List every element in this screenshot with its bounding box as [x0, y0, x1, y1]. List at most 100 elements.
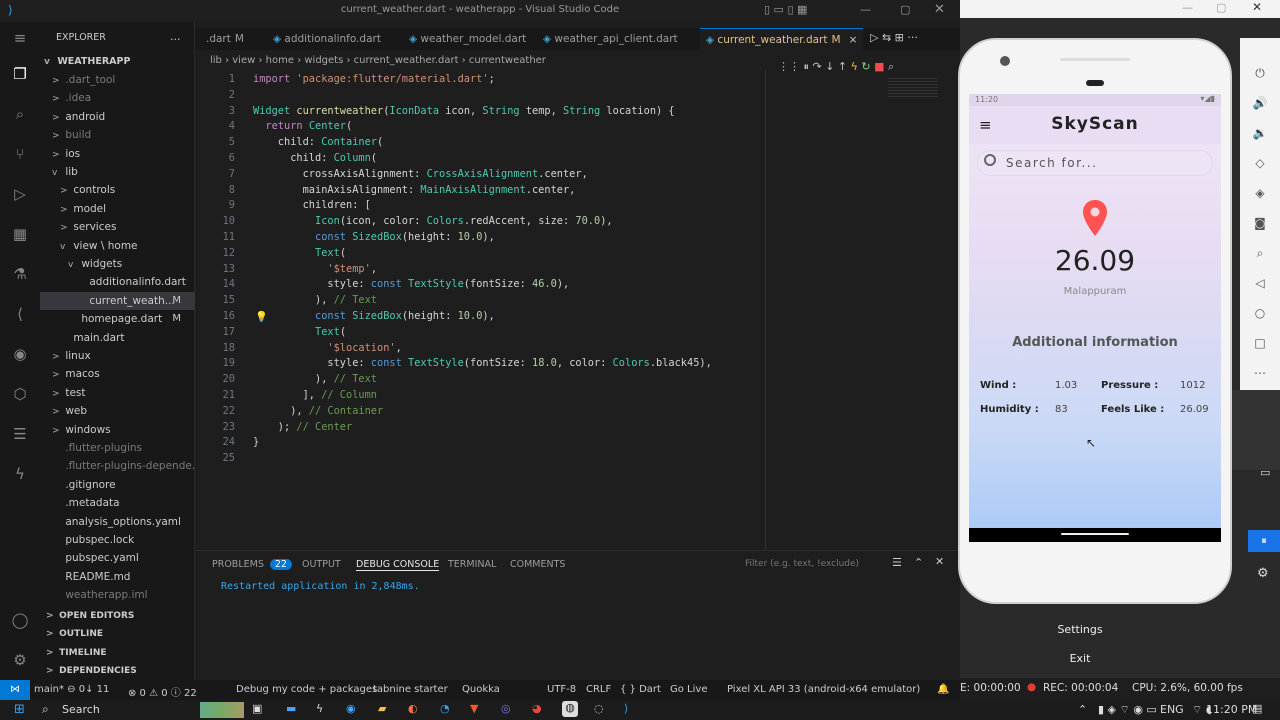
panel-maximize-icon[interactable]: ⌃	[914, 556, 923, 569]
tree-item[interactable]: > controls	[40, 181, 195, 199]
code-line[interactable]: '$temp',	[253, 263, 377, 275]
device-selector[interactable]: Pixel XL API 33 (android-x64 emulator)	[727, 684, 920, 695]
gesture-handle[interactable]	[1061, 533, 1129, 535]
editor-tab[interactable]: ◈ weather_api_client.dart	[537, 28, 684, 50]
app-screen[interactable]: 11:20 ▾◢▮ ≡ SkyScan Search for... 26.09 …	[969, 94, 1221, 542]
more-icon[interactable]: ⋯	[1250, 366, 1270, 380]
search-field[interactable]: Search for...	[977, 150, 1213, 176]
tree-item[interactable]: v lib	[40, 163, 195, 181]
recorder-settings-icon[interactable]: ⚙	[1257, 566, 1269, 581]
code-line[interactable]: ), // Text	[253, 294, 377, 306]
source-control-icon[interactable]: ⑂	[10, 144, 30, 164]
notification-center-icon[interactable]: ▤	[1252, 702, 1262, 715]
code-line[interactable]: ); // Center	[253, 421, 352, 433]
breadcrumb-item[interactable]: widgets	[304, 55, 343, 66]
vscode-taskbar-icon[interactable]: ⟩	[624, 702, 628, 715]
widget-thumbnail[interactable]	[200, 702, 244, 718]
outline-icon[interactable]: ☰	[10, 424, 30, 444]
editor-tab[interactable]: ◈ current_weather.dart M ×	[700, 28, 864, 50]
code-line[interactable]: '$location',	[253, 342, 401, 354]
editor-tab[interactable]: ◈ weather_model.dart	[403, 28, 532, 50]
debug-toolbar[interactable]: ⋮⋮ ⏸ ↷ ↓ ↑ ϟ ↻ ■ ⌕	[778, 60, 958, 74]
app-icon-2[interactable]: ϟ	[316, 702, 323, 715]
tree-item[interactable]: > test	[40, 384, 195, 402]
lightbulb-icon[interactable]: 💡	[255, 310, 268, 323]
project-folder[interactable]: v WEATHERAPP	[40, 53, 195, 71]
exit-button[interactable]: Exit	[960, 647, 1200, 671]
tree-item[interactable]: v view \ home	[40, 237, 195, 255]
code-line[interactable]: mainAxisAlignment: MainAxisAlignment.cen…	[253, 184, 576, 196]
tree-item[interactable]: > macos	[40, 365, 195, 383]
discord-icon[interactable]: ◎	[501, 702, 511, 715]
code-line[interactable]: Icon(icon, color: Colors.redAccent, size…	[253, 215, 613, 227]
quokka-status[interactable]: Quokka	[462, 684, 500, 695]
code-line[interactable]: child: Column(	[253, 152, 377, 164]
editor-tab[interactable]: ◈ additionalinfo.dart	[267, 28, 387, 50]
notifications-icon[interactable]: 🔔	[937, 684, 949, 695]
code-line[interactable]: ], // Column	[253, 389, 377, 401]
close-tab-icon[interactable]: ×	[849, 34, 858, 46]
tree-item[interactable]: current_weath... M	[40, 291, 195, 310]
section-header[interactable]: > DEPENDENCIES	[40, 662, 195, 680]
tree-item[interactable]: .flutter-plugins	[40, 439, 195, 457]
tree-item[interactable]: .metadata	[40, 494, 195, 512]
package-icon[interactable]: ⬡	[10, 384, 30, 404]
tabnine-status[interactable]: tabnine starter	[373, 684, 448, 695]
tree-item[interactable]: pubspec.yaml	[40, 549, 195, 567]
tree-item[interactable]: > ios	[40, 145, 195, 163]
testing-icon[interactable]: ⚗	[10, 264, 30, 284]
code-line[interactable]: children: [	[253, 199, 371, 211]
explorer-icon[interactable]: ❐	[10, 64, 30, 84]
problems-count[interactable]: ⊗ 0 ⚠ 0 ⓘ 22	[128, 684, 197, 699]
clear-console-icon[interactable]: ☰	[892, 556, 902, 569]
run-debug-icon[interactable]: ▷	[10, 184, 30, 204]
tree-item[interactable]: > windows	[40, 421, 195, 439]
breadcrumb-item[interactable]: current_weather.dart	[354, 55, 459, 66]
tree-item[interactable]: > web	[40, 402, 195, 420]
brave-icon[interactable]: ▼	[470, 702, 478, 715]
debug-config[interactable]: Debug my code + packages	[236, 684, 377, 695]
tree-item[interactable]: > .dart_tool	[40, 71, 195, 89]
chrome-icon[interactable]: ◕	[532, 702, 542, 715]
panel-tab[interactable]: OUTPUT	[302, 559, 341, 570]
tree-item[interactable]: v widgets	[40, 255, 195, 273]
edge-tools-icon[interactable]: ◉	[10, 344, 30, 364]
settings-gear-icon[interactable]: ⚙	[10, 650, 30, 670]
code-line[interactable]: Text(	[253, 247, 346, 259]
section-header[interactable]: > TIMELINE	[40, 644, 195, 662]
tree-item[interactable]: .flutter-plugins-depende...	[40, 457, 195, 475]
code-line[interactable]: child: Container(	[253, 136, 383, 148]
code-line[interactable]: return Center(	[253, 120, 352, 132]
code-line[interactable]: import 'package:flutter/material.dart';	[253, 73, 495, 85]
app-icon-obs2[interactable]: ◌	[594, 702, 604, 715]
eol[interactable]: CRLF	[586, 684, 611, 695]
code-line[interactable]: Text(	[253, 326, 346, 338]
code-line[interactable]: ), // Container	[253, 405, 383, 417]
taskbar-clock[interactable]: 11:20 PM	[1206, 703, 1257, 716]
code-line[interactable]: style: const TextStyle(fontSize: 46.0),	[253, 278, 569, 290]
tray-icons[interactable]: ▮ ◈ ⌔ ◉ ▭	[1098, 703, 1157, 717]
language-indicator[interactable]: ENG	[1160, 703, 1184, 716]
minimize-button[interactable]: —	[860, 3, 871, 16]
maximize-button[interactable]: ▢	[900, 3, 910, 16]
breadcrumb-item[interactable]: currentweather	[469, 55, 546, 66]
tree-item[interactable]: > services	[40, 218, 195, 236]
code-line[interactable]: Widget currentweather(IconData icon, Str…	[253, 105, 675, 117]
encoding[interactable]: UTF-8	[547, 684, 576, 695]
panel-tab[interactable]: PROBLEMS 22	[212, 559, 292, 570]
breadcrumb-item[interactable]: view	[232, 55, 255, 66]
language-mode[interactable]: { } Dart	[620, 684, 661, 695]
overview-icon[interactable]: □	[1250, 336, 1270, 350]
volume-up-icon[interactable]: 🔊	[1250, 96, 1270, 110]
section-header[interactable]: > OUTLINE	[40, 625, 195, 643]
pause-button[interactable]: ⏸	[1248, 530, 1280, 552]
account-icon[interactable]: ◯	[10, 610, 30, 630]
recorder-window-icon[interactable]: ▭	[1260, 466, 1270, 479]
volume-down-icon[interactable]: 🔉	[1250, 126, 1270, 140]
code-line[interactable]: const SizedBox(height: 10.0),	[253, 231, 495, 243]
panel-close-icon[interactable]: ✕	[935, 555, 944, 568]
extensions-icon[interactable]: ▦	[10, 224, 30, 244]
task-view-icon[interactable]: ▣	[252, 702, 262, 715]
code-line[interactable]: style: const TextStyle(fontSize: 18.0, c…	[253, 357, 711, 369]
close-window-button[interactable]: ✕	[934, 2, 945, 17]
